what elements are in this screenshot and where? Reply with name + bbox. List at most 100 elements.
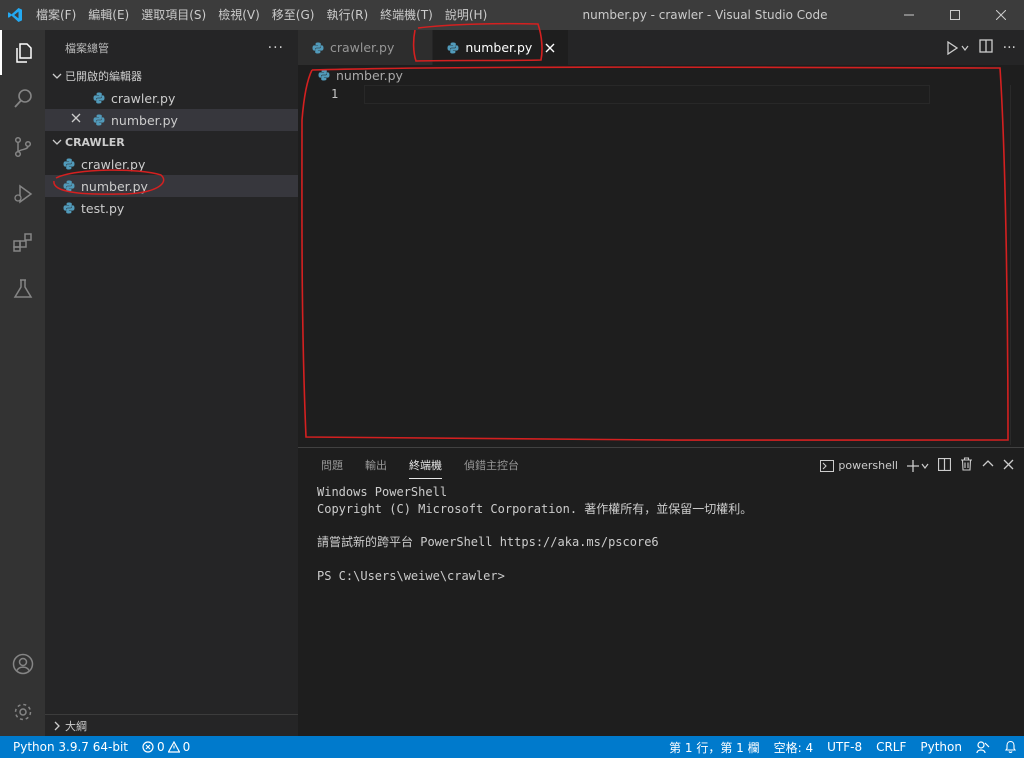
minimize-icon [904, 14, 914, 16]
trash-icon [961, 457, 972, 471]
explorer-button[interactable] [0, 30, 45, 75]
menu-edit[interactable]: 編輯(E) [82, 0, 135, 30]
feedback-button[interactable] [969, 736, 997, 758]
files-icon [15, 42, 32, 63]
tab-output[interactable]: 輸出 [354, 448, 398, 483]
cursor-position[interactable]: 第 1 行，第 1 欄 [662, 736, 767, 758]
minimize-button[interactable] [886, 0, 932, 30]
terminal-shell-selector[interactable]: powershell [820, 459, 898, 472]
chevron-down-icon [921, 463, 929, 469]
chevron-down-icon [49, 71, 65, 81]
terminal-output[interactable]: Windows PowerShell Copyright (C) Microsof… [317, 484, 752, 585]
tab-terminal[interactable]: 終端機 [398, 448, 453, 483]
error-icon [142, 741, 154, 753]
file-label: crawler.py [81, 156, 146, 172]
testing-button[interactable] [0, 266, 45, 311]
more-actions-icon[interactable]: ··· [1003, 40, 1016, 56]
maximize-panel-button[interactable] [982, 459, 994, 472]
menu-view[interactable]: 檢視(V) [212, 0, 266, 30]
close-tab-icon[interactable] [542, 40, 558, 56]
extensions-icon [12, 232, 32, 252]
end-of-line[interactable]: CRLF [869, 736, 913, 758]
crawler-folder-header[interactable]: CRAWLER [45, 131, 298, 153]
run-python-file-button[interactable] [946, 40, 969, 55]
open-editor-item-active[interactable]: number.py [45, 109, 298, 131]
source-control-button[interactable] [0, 124, 45, 169]
terminal-icon [820, 459, 835, 472]
terminal-line: Copyright (C) Microsoft Corporation. 著作權… [317, 501, 753, 516]
accounts-button[interactable] [0, 641, 45, 686]
menu-terminal[interactable]: 終端機(T) [374, 0, 439, 30]
explorer-sidebar: 檔案總管 ··· 已開啟的編輯器 crawler.py number.py CR… [45, 30, 298, 736]
vscode-logo-icon [0, 0, 30, 30]
manage-button[interactable] [0, 689, 45, 734]
maximize-button[interactable] [932, 0, 978, 30]
python-file-icon [91, 90, 107, 106]
menu-help[interactable]: 說明(H) [439, 0, 493, 30]
terminal-prompt: PS C:\Users\weiwe\crawler> [317, 568, 505, 583]
file-item[interactable]: crawler.py [45, 153, 298, 175]
menu-file[interactable]: 檔案(F) [30, 0, 82, 30]
gear-icon [14, 703, 31, 720]
status-bar: Python 3.9.7 64-bit 0 0 第 1 行，第 1 欄 空格: … [0, 736, 1024, 758]
open-editor-label: number.py [111, 112, 178, 128]
encoding[interactable]: UTF-8 [820, 736, 869, 758]
editor-scrollbar[interactable] [1010, 85, 1024, 445]
close-icon [1003, 459, 1014, 469]
chevron-down-icon [961, 45, 969, 51]
activity-bar [0, 30, 45, 736]
file-item-selected[interactable]: number.py [45, 175, 298, 197]
python-interpreter[interactable]: Python 3.9.7 64-bit [0, 736, 135, 758]
split-terminal-button[interactable] [937, 457, 952, 474]
split-editor-icon [978, 39, 993, 53]
file-label: number.py [81, 178, 148, 194]
indentation[interactable]: 空格: 4 [767, 736, 821, 758]
tab-debug-console[interactable]: 偵錯主控台 [453, 448, 530, 483]
close-editor-icon[interactable] [70, 112, 82, 127]
kill-terminal-button[interactable] [960, 457, 973, 474]
file-item[interactable]: test.py [45, 197, 298, 219]
python-file-icon [61, 178, 77, 194]
open-editors-label: 已開啟的編輯器 [65, 70, 142, 83]
problems-indicator[interactable]: 0 0 [135, 736, 197, 758]
bottom-panel: 問題 輸出 終端機 偵錯主控台 powershell Windows Power… [298, 447, 1024, 736]
tab-crawler[interactable]: crawler.py [298, 30, 434, 65]
extensions-button[interactable] [0, 219, 45, 264]
run-debug-button[interactable] [0, 171, 45, 216]
split-terminal-icon [937, 457, 952, 471]
flask-icon [13, 278, 32, 298]
plus-icon [907, 459, 919, 472]
search-button[interactable] [0, 76, 45, 121]
menu-go[interactable]: 移至(G) [266, 0, 321, 30]
new-terminal-button[interactable] [907, 459, 929, 472]
line-number: 1 [331, 87, 339, 101]
more-actions-icon[interactable]: ··· [268, 40, 284, 56]
menu-selection[interactable]: 選取項目(S) [135, 0, 212, 30]
python-file-icon [61, 200, 77, 216]
tab-label: number.py [465, 40, 533, 55]
outline-section-header[interactable]: 大綱 [45, 714, 298, 736]
status-bar-right: 第 1 行，第 1 欄 空格: 4 UTF-8 CRLF Python [662, 736, 1024, 758]
chevron-down-icon [49, 137, 65, 147]
close-panel-button[interactable] [1003, 459, 1014, 473]
tab-problems[interactable]: 問題 [310, 448, 354, 483]
split-editor-button[interactable] [978, 39, 993, 56]
tab-number[interactable]: number.py [433, 30, 570, 65]
panel-actions: powershell [820, 448, 1014, 483]
play-icon [946, 40, 958, 55]
open-editor-item[interactable]: crawler.py [45, 87, 298, 109]
close-icon [996, 10, 1006, 20]
breadcrumb-file: number.py [336, 67, 403, 83]
close-window-button[interactable] [978, 0, 1024, 30]
notifications-button[interactable] [997, 736, 1024, 758]
menu-bar: 檔案(F) 編輯(E) 選取項目(S) 檢視(V) 移至(G) 執行(R) 終端… [30, 0, 493, 30]
open-editor-label: crawler.py [111, 90, 176, 106]
folder-label: CRAWLER [65, 135, 125, 149]
code-editor[interactable]: 1 [298, 85, 1024, 445]
menu-run[interactable]: 執行(R) [320, 0, 374, 30]
open-editors-header[interactable]: 已開啟的編輯器 [45, 65, 298, 87]
breadcrumb[interactable]: number.py [298, 65, 403, 85]
language-mode[interactable]: Python [913, 736, 969, 758]
